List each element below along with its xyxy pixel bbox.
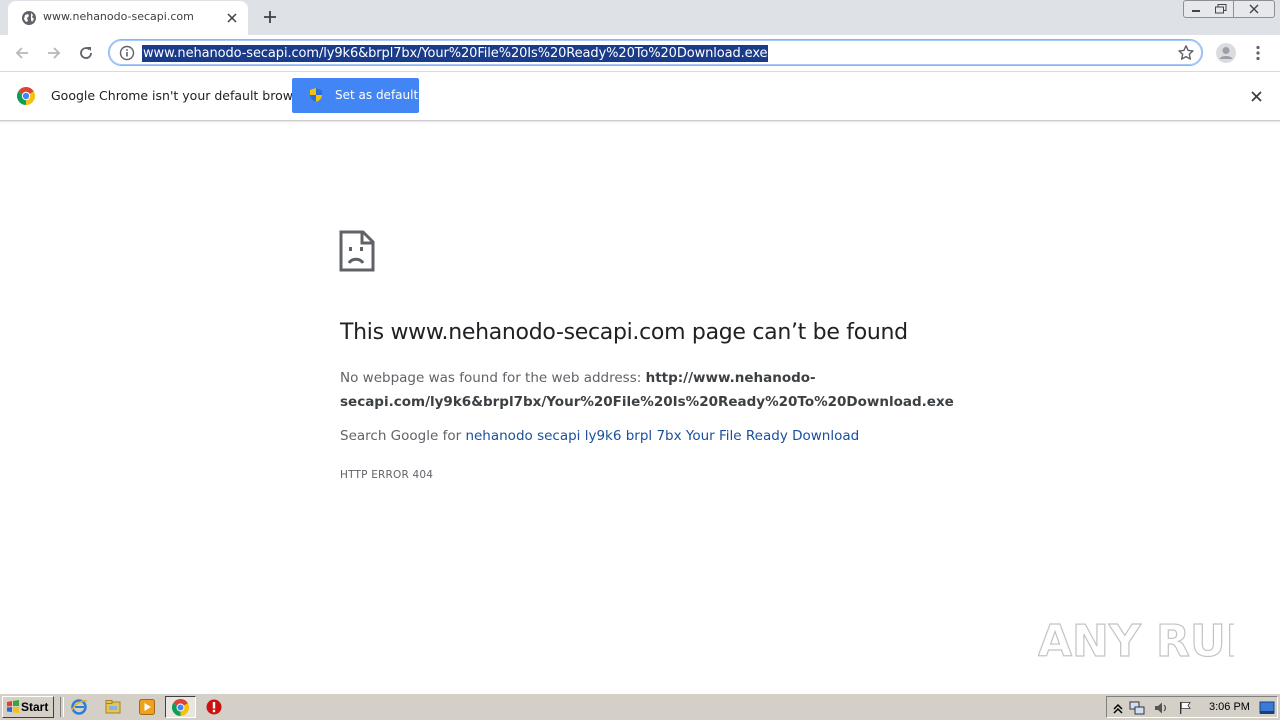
infobar-message: Google Chrome isn't your default browser [51, 88, 313, 103]
show-hidden-icons-icon[interactable] [1110, 700, 1126, 716]
default-browser-infobar: Google Chrome isn't your default browser… [0, 72, 1280, 121]
search-google-link[interactable]: nehanodo secapi ly9k6 brpl 7bx Your File… [465, 428, 859, 444]
action-center-flag-icon[interactable] [1177, 700, 1193, 716]
sad-document-icon [339, 230, 375, 272]
reload-icon [80, 47, 92, 59]
forward-button[interactable] [42, 41, 66, 65]
watermark-text: ANY RUN [1038, 616, 1234, 667]
tab-title: www.nehanodo-secapi.com [43, 10, 194, 23]
back-button[interactable] [10, 41, 34, 65]
error-description: No webpage was found for the web address… [340, 366, 954, 414]
no-webpage-text: No webpage was found for the web address… [340, 370, 646, 386]
menu-dots-icon[interactable] [1249, 42, 1267, 64]
browser-tab[interactable]: www.nehanodo-secapi.com [8, 1, 248, 35]
start-button[interactable]: Start [2, 696, 54, 718]
address-bar[interactable]: www.nehanodo-secapi.com/ly9k6&brpl7bx/Yo… [108, 39, 1203, 66]
url-part-1: http://www.nehanodo- [645, 370, 816, 386]
uac-shield-icon [310, 88, 322, 102]
info-icon[interactable] [119, 45, 135, 61]
url-text[interactable]: www.nehanodo-secapi.com/ly9k6&brpl7bx/Yo… [142, 45, 769, 62]
stop-sign-icon[interactable] [205, 698, 223, 716]
windows-taskbar: Start 3:06 PM [0, 693, 1280, 720]
chrome-logo-icon [17, 87, 35, 105]
new-tab-button[interactable] [259, 6, 281, 28]
window-close-button[interactable] [1233, 0, 1275, 18]
globe-icon [22, 11, 36, 25]
system-tray: 3:06 PM [1106, 696, 1278, 718]
file-explorer-icon[interactable] [104, 698, 122, 716]
minimize-button[interactable] [1183, 0, 1209, 18]
chrome-icon [172, 699, 189, 716]
clock[interactable]: 3:06 PM [1209, 701, 1250, 713]
anyrun-watermark: ANY RUN [1038, 615, 1234, 667]
taskbar-separator [60, 697, 64, 717]
set-as-default-label: Set as default [335, 88, 419, 102]
tab-close-icon[interactable] [223, 9, 241, 27]
tab-strip: www.nehanodo-secapi.com [0, 0, 1280, 35]
url-part-2: secapi.com/ly9k6&brpl7bx/Your%20File%20I… [340, 394, 954, 410]
forward-arrow-icon [48, 47, 61, 59]
volume-icon[interactable] [1153, 700, 1169, 716]
http-error-code: HTTP ERROR 404 [340, 469, 434, 481]
restore-button[interactable] [1208, 0, 1234, 18]
error-title: This www.nehanodo-secapi.com page can’t … [340, 320, 908, 345]
set-as-default-button[interactable]: Set as default [292, 78, 419, 113]
back-arrow-icon [15, 47, 28, 59]
profile-avatar-icon[interactable] [1215, 42, 1237, 64]
search-prefix: Search Google for [340, 428, 466, 444]
media-player-icon[interactable] [138, 698, 156, 716]
start-label: Start [21, 700, 49, 714]
show-desktop-icon[interactable] [1259, 700, 1275, 716]
internet-explorer-icon[interactable] [70, 698, 88, 716]
network-icon[interactable] [1129, 700, 1145, 716]
chrome-taskbar-button[interactable] [165, 696, 196, 718]
bookmark-star-icon[interactable] [1177, 44, 1195, 62]
search-suggestion: Search Google for nehanodo secapi ly9k6 … [340, 428, 859, 444]
infobar-close-icon[interactable] [1246, 86, 1266, 106]
browser-toolbar: www.nehanodo-secapi.com/ly9k6&brpl7bx/Yo… [0, 35, 1280, 72]
windows-logo-icon [7, 700, 19, 713]
reload-button[interactable] [74, 41, 98, 65]
